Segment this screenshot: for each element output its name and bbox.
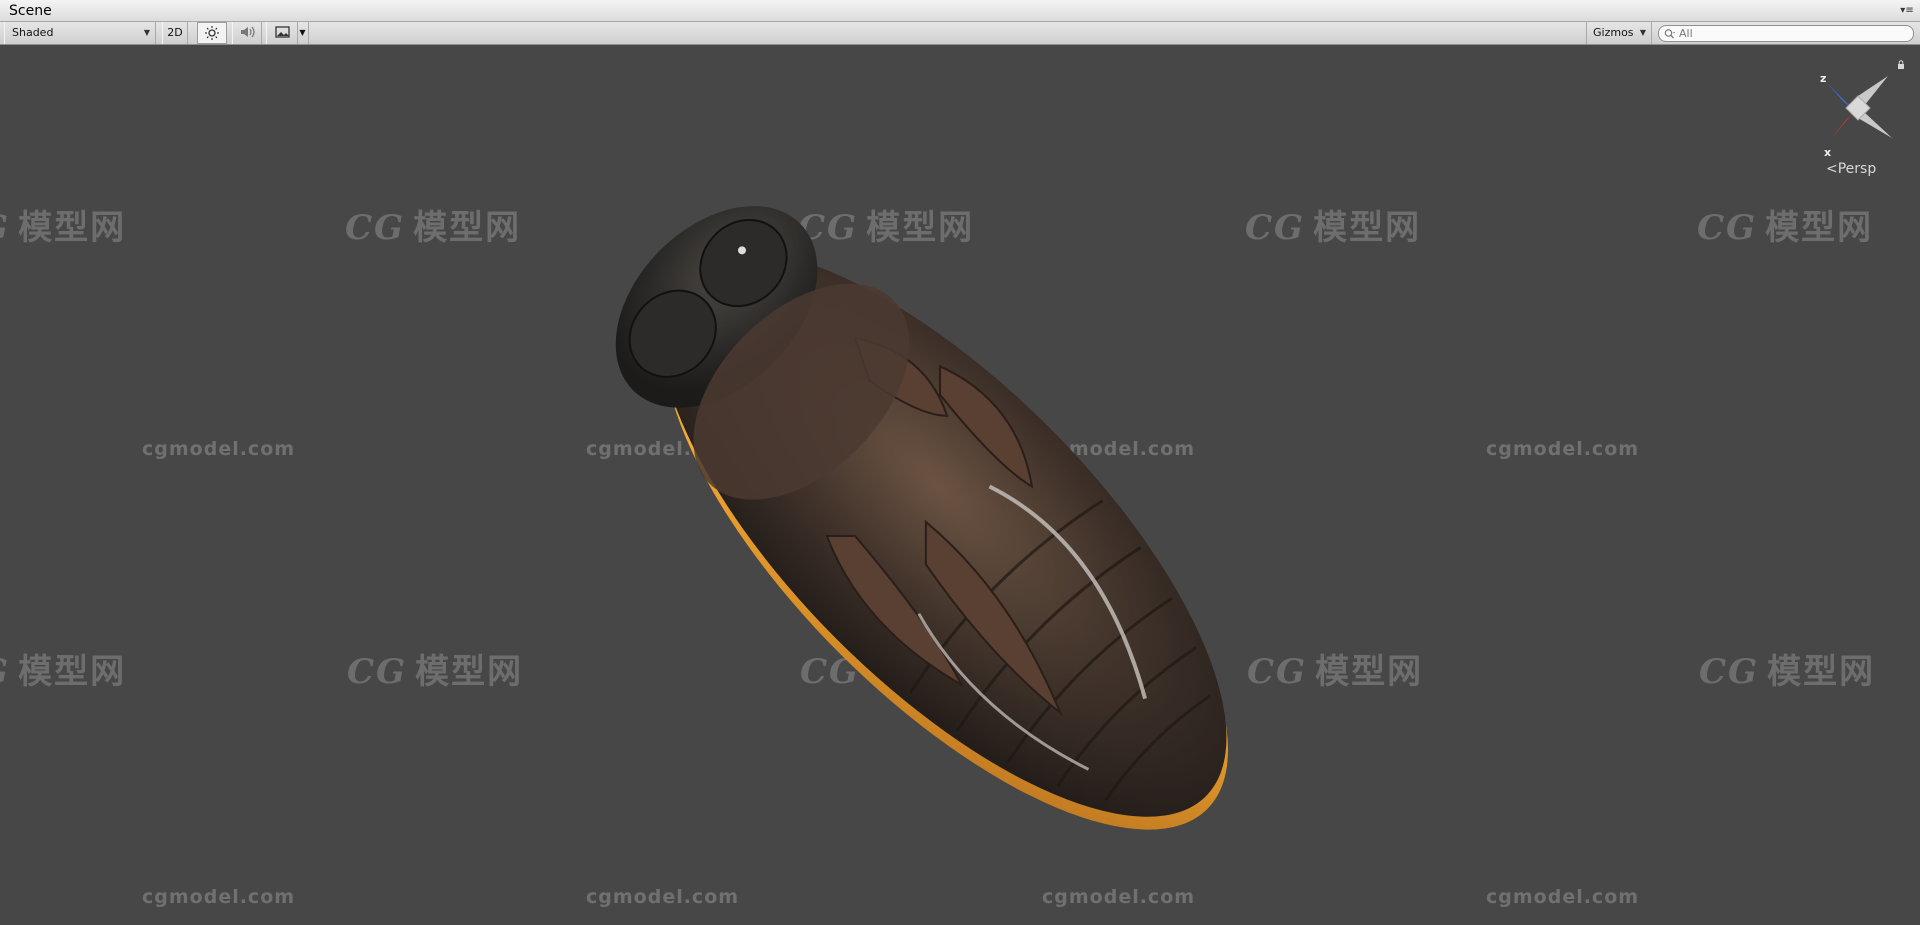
gizmos-label: Gizmos	[1593, 26, 1634, 39]
scene-viewport[interactable]: CG模型网 CG模型网 CG模型网 CG模型网 CG模型网 CG模型网 CG模型…	[0, 46, 1920, 925]
scene-toolbar: Shaded ▼ 2D ▼ Gizmos ▼ All	[0, 22, 1920, 45]
watermark-logo: CG模型网	[0, 652, 127, 692]
watermark-site-text: cgmodel.com	[586, 886, 740, 908]
toggle-2d-button[interactable]: 2D	[162, 22, 188, 44]
render-mode-dropdown[interactable]: Shaded ▼	[4, 22, 156, 44]
search-icon	[1664, 29, 1675, 39]
effects-toggle-button[interactable]	[266, 22, 298, 44]
projection-mode-label[interactable]: <Persp	[1826, 160, 1896, 178]
render-mode-label: Shaded	[12, 26, 54, 39]
effects-dropdown-arrow[interactable]: ▼	[297, 22, 309, 44]
gizmo-z-label: z	[1820, 72, 1826, 85]
watermark-logo: CG模型网	[347, 652, 524, 692]
watermark-site-text: cgmodel.com	[142, 438, 296, 460]
lock-icon[interactable]	[1896, 60, 1906, 70]
hierarchy-search-input[interactable]: All	[1658, 25, 1914, 42]
gizmos-dropdown[interactable]: Gizmos ▼	[1586, 22, 1652, 44]
watermark-site-text: cgmodel.com	[1486, 438, 1640, 460]
speaker-icon	[241, 26, 255, 38]
lighting-toggle-button[interactable]	[197, 22, 227, 44]
watermark-logo: CG模型网	[1699, 652, 1876, 692]
audio-toggle-button[interactable]	[232, 22, 262, 44]
orientation-gizmo[interactable]: z x	[1808, 64, 1908, 164]
hamburger-icon[interactable]: ▾≡	[1898, 4, 1916, 18]
watermark-logo: CG模型网	[345, 208, 522, 248]
watermark-site-text: cgmodel.com	[1486, 886, 1640, 908]
insect-model[interactable]	[560, 206, 1320, 866]
watermark-logo: CG模型网	[1697, 208, 1874, 248]
sun-icon	[205, 26, 219, 40]
window-title-bar: Scene ▾≡	[0, 0, 1920, 22]
scene-tab[interactable]: Scene	[0, 0, 61, 22]
watermark-site-text: cgmodel.com	[142, 886, 296, 908]
gizmo-x-label: x	[1824, 146, 1831, 159]
chevron-down-icon: ▼	[1639, 28, 1646, 37]
search-placeholder: All	[1679, 27, 1693, 40]
watermark-site-text: cgmodel.com	[1042, 886, 1196, 908]
chevron-down-icon: ▼	[143, 28, 150, 37]
watermark-logo: CG模型网	[0, 208, 127, 248]
image-icon	[275, 26, 290, 38]
